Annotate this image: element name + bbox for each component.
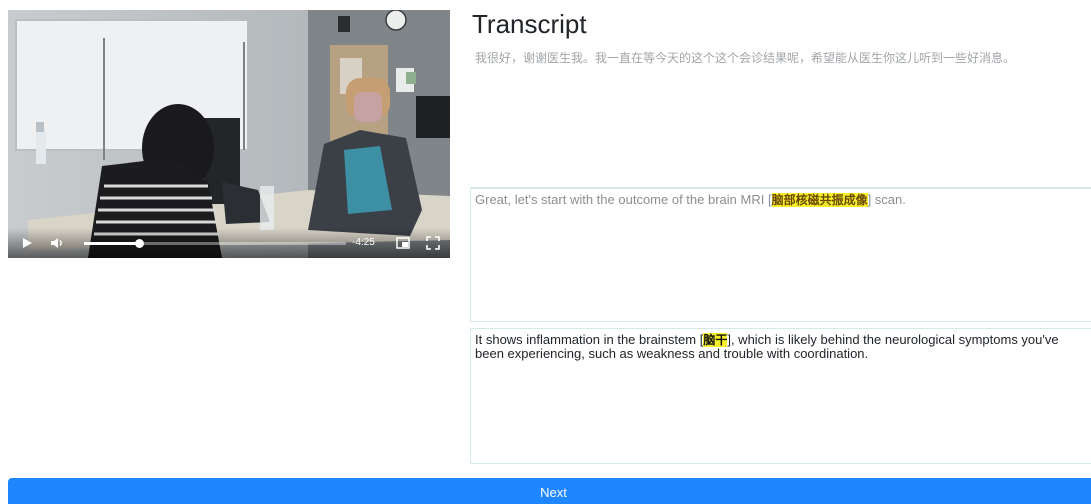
- progress-thumb[interactable]: [135, 239, 145, 248]
- remaining-time: -4:25: [352, 237, 375, 248]
- highlighted-term: 脑干: [703, 333, 728, 347]
- transcript-title: Transcript: [472, 9, 587, 39]
- transcript-segment-3[interactable]: It shows inflammation in the brainstem […: [470, 328, 1091, 464]
- fullscreen-icon[interactable]: [426, 236, 440, 250]
- segment-text: 我很好，谢谢医生我。我一直在等今天的这个这个会诊结果呢，希望能从医生你这儿听到一…: [475, 51, 1016, 65]
- segment-text: It shows inflammation in the brainstem [: [475, 332, 704, 347]
- progress-fill: [84, 242, 140, 245]
- video-player[interactable]: -4:25: [8, 10, 450, 258]
- next-button[interactable]: Next: [8, 478, 1091, 504]
- transcript-segment-2[interactable]: Great, let's start with the outcome of t…: [470, 188, 1091, 322]
- volume-icon[interactable]: [50, 236, 64, 250]
- segment-text-tail: ] scan.: [867, 192, 906, 207]
- picture-in-picture-icon[interactable]: [396, 236, 410, 250]
- video-frame: [8, 10, 450, 258]
- page: -4:25 Transcript 我很好，谢谢医生我。我一直在等今天的这个这个会…: [0, 0, 1091, 504]
- highlighted-term: 脑部核磁共振成像: [771, 193, 868, 207]
- transcript-segment-1[interactable]: 我很好，谢谢医生我。我一直在等今天的这个这个会诊结果呢，希望能从医生你这儿听到一…: [470, 46, 1091, 188]
- play-icon[interactable]: [20, 236, 34, 250]
- progress-bar[interactable]: [84, 239, 346, 248]
- video-controls: -4:25: [8, 228, 450, 258]
- segment-text: Great, let's start with the outcome of t…: [475, 192, 772, 207]
